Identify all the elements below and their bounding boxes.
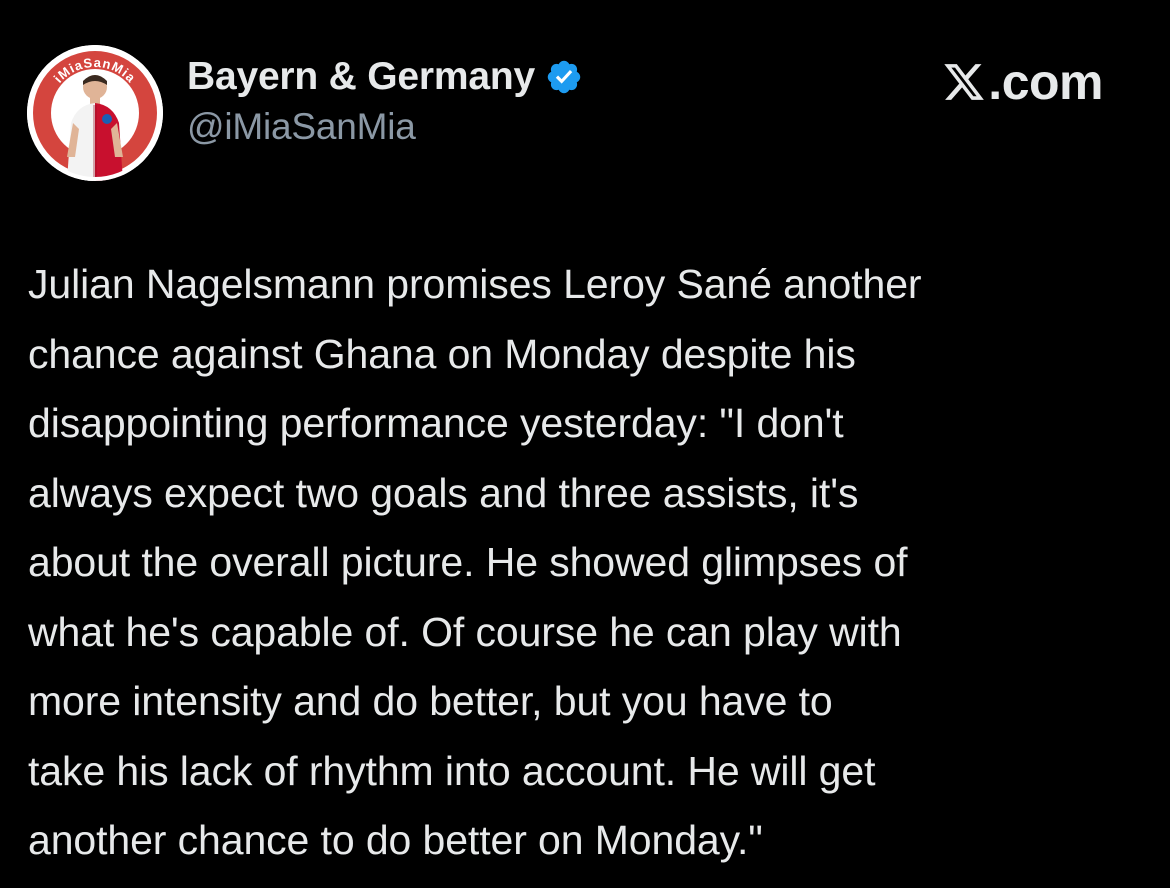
post-header: iMiaSanMia Bayern & Germany @iMiaSanMia … bbox=[27, 40, 1143, 181]
post-text-line: another chance to do better on Monday." bbox=[28, 817, 763, 863]
player-avatar-icon: iMiaSanMia bbox=[27, 45, 163, 181]
post-text-line: take his lack of rhythm into account. He… bbox=[28, 747, 876, 794]
post-text-line: what he's capable of. Of course he can p… bbox=[28, 608, 902, 655]
post-text-line: chance against Ghana on Monday despite h… bbox=[28, 330, 856, 377]
author-name-row: Bayern & Germany bbox=[187, 52, 583, 102]
site-domain-text: .com bbox=[988, 54, 1103, 110]
post-text-line: about the overall picture. He showed gli… bbox=[28, 539, 908, 585]
author-display-name[interactable]: Bayern & Germany bbox=[187, 55, 535, 99]
post-text-line: disappointing performance yesterday: "I … bbox=[28, 400, 844, 446]
post-text-line: Julian Nagelsmann promises Leroy Sané an… bbox=[28, 261, 922, 307]
author-identity: Bayern & Germany @iMiaSanMia bbox=[187, 52, 583, 148]
post-text-line: more intensity and do better, but you ha… bbox=[28, 678, 833, 724]
author-avatar[interactable]: iMiaSanMia bbox=[27, 45, 163, 181]
verified-badge-icon bbox=[545, 58, 583, 96]
post-text: Julian Nagelsmann promises Leroy Sané an… bbox=[28, 250, 1148, 876]
author-handle[interactable]: @iMiaSanMia bbox=[187, 106, 583, 148]
x-logo-icon bbox=[944, 64, 985, 100]
site-watermark: .com bbox=[942, 54, 1103, 110]
post-text-line: always expect two goals and three assist… bbox=[28, 469, 859, 516]
